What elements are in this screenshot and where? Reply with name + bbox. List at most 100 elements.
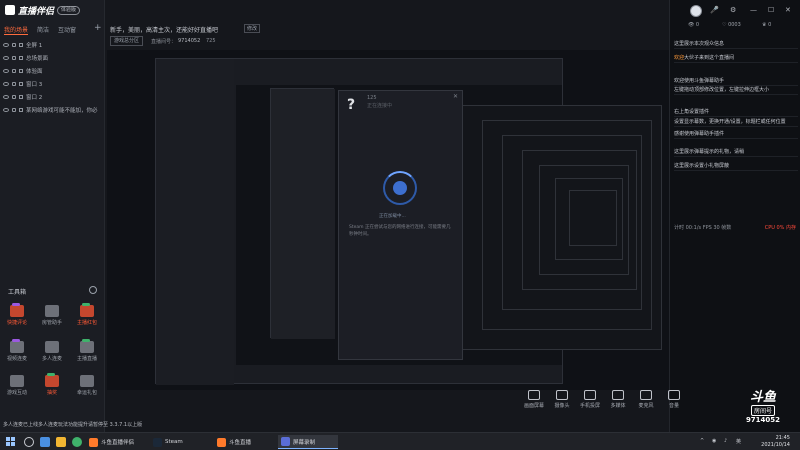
lock-icon[interactable] <box>12 108 16 112</box>
performance-stats: 计时 00:1/s FPS 30 帧数 CPU 0% 内存 <box>674 224 798 234</box>
status-message: 多人连麦已上线多人连麦玩法功能提升请暂停至 3.3.7.1以上版 <box>3 422 143 428</box>
tool-label: 视频连麦 <box>6 356 27 362</box>
loading-text: 正在加载中... <box>379 214 406 219</box>
tray-arrow-icon[interactable]: ^ <box>700 438 704 444</box>
scene-item[interactable]: 体验面 <box>3 66 43 76</box>
tool-quick-comment[interactable]: 快捷评论 <box>2 303 32 326</box>
follower-count: ♡ 0003 <box>722 22 741 28</box>
stream-info-bar: 新手，美丽，高清主次，还能好好直播吧 修改 游戏总分区 直播间号： 971405… <box>106 22 666 48</box>
tool-video-link[interactable]: 视频连麦 <box>2 339 32 362</box>
eye-icon[interactable] <box>3 108 9 112</box>
windows-start-icon[interactable] <box>6 437 15 446</box>
dialog-title: 125 <box>367 95 377 101</box>
scene-label: 总场景面 <box>26 56 49 62</box>
scene-item[interactable]: 总场景面 <box>3 53 48 63</box>
checkbox-icon[interactable] <box>19 82 23 86</box>
lock-icon[interactable] <box>12 43 16 47</box>
mic-icon[interactable]: 🎤 <box>710 6 719 14</box>
lock-icon[interactable] <box>12 95 16 99</box>
heat-count: 725 <box>206 38 216 44</box>
mic-icon <box>640 390 652 400</box>
scene-label: 全屏 1 <box>26 43 43 49</box>
scene-label: 体验面 <box>26 69 43 75</box>
loading-spinner-icon <box>383 171 417 205</box>
scene-item[interactable]: 全屏 1 <box>3 40 42 50</box>
steam-icon <box>153 437 162 447</box>
eye-icon[interactable] <box>3 95 9 99</box>
toolbox-title: 工具箱 <box>8 289 27 296</box>
room-number: 9714052 <box>745 416 781 424</box>
scene-item[interactable]: 窗口 2 <box>3 92 42 102</box>
browser-icon[interactable] <box>72 437 82 447</box>
close-icon[interactable]: ✕ <box>785 6 791 14</box>
live-icon <box>80 339 94 353</box>
edit-title-button[interactable]: 修改 <box>244 24 261 33</box>
gear-icon[interactable]: ⚙ <box>730 6 736 14</box>
eye-icon[interactable] <box>3 56 9 60</box>
tool-anchor-live[interactable]: 主播直播 <box>72 339 102 362</box>
video-link-icon <box>10 339 24 353</box>
tool-game-interact[interactable]: 游戏互动 <box>2 375 32 396</box>
steam-connect-dialog[interactable]: ? 125 正在连接中 ✕ 正在加载中... Steam 正在尝试与您的网络进行… <box>338 90 463 360</box>
checkbox-icon[interactable] <box>19 56 23 60</box>
tab-interactive[interactable]: 互动窗 <box>58 25 76 35</box>
refresh-icon[interactable] <box>89 286 97 294</box>
scene-item[interactable]: 某网络游戏可能不能加，你必 <box>3 105 98 115</box>
nested-app-frame <box>270 88 335 339</box>
file-explorer-icon[interactable] <box>56 437 66 447</box>
game-icon <box>10 375 24 387</box>
tool-room-admin[interactable]: 房管助手 <box>37 305 67 326</box>
lock-icon[interactable] <box>12 56 16 60</box>
close-icon[interactable]: ✕ <box>453 93 458 100</box>
lock-icon[interactable] <box>12 69 16 73</box>
room-label: 房间号 <box>750 405 775 416</box>
tool-label: 主播直播 <box>76 356 97 362</box>
maximize-icon[interactable]: ☐ <box>768 6 774 14</box>
clock-date: 2021/10/14 <box>761 442 790 448</box>
tool-lottery[interactable]: 抽奖 <box>37 373 67 396</box>
system-clock[interactable]: 21:45 2021/10/14 <box>758 435 790 449</box>
volume-button[interactable]: 音量 <box>654 390 694 409</box>
scene-item[interactable]: 窗口 3 <box>3 79 42 89</box>
help-icon: ? <box>347 97 356 113</box>
speaker-icon[interactable]: ♪ <box>724 438 727 444</box>
live-preview[interactable]: ? 125 正在连接中 ✕ 正在加载中... Steam 正在尝试与您的网络进行… <box>107 50 669 390</box>
taskbar-item[interactable]: 斗鱼直播 <box>214 435 274 449</box>
tool-multi-link[interactable]: 多人连麦 <box>37 341 67 362</box>
task-view-icon[interactable] <box>40 437 50 447</box>
right-panel: 🎤 ⚙ — ☐ ✕ 👁 0 ♡ 0003 ♛ 0 这里展示本次观众信息 欢迎大伙… <box>669 0 800 432</box>
lock-icon[interactable] <box>12 82 16 86</box>
taskbar-item[interactable]: Steam <box>150 435 210 449</box>
network-icon[interactable]: ◉ <box>712 438 716 444</box>
recorder-icon <box>281 437 290 446</box>
chat-message: 这里展示设置小礼物屏蔽 <box>674 162 798 171</box>
chat-message: 感谢使用弹幕助手插件 <box>674 130 798 139</box>
tool-label: 主播红包 <box>76 320 97 326</box>
search-icon[interactable] <box>24 437 34 447</box>
checkbox-icon[interactable] <box>19 43 23 47</box>
taskbar-item[interactable]: 斗鱼直播伴侣 <box>86 435 146 449</box>
douyu-logo-text: 斗鱼 <box>749 390 776 405</box>
camera-icon <box>556 390 568 400</box>
version-badge: 体验版 <box>57 5 81 15</box>
eye-icon[interactable] <box>3 43 9 47</box>
checkbox-icon[interactable] <box>19 69 23 73</box>
tab-my-scenes[interactable]: 我的场景 <box>4 25 29 35</box>
ime-indicator[interactable]: 英 <box>736 438 741 445</box>
eye-icon[interactable] <box>3 69 9 73</box>
category-button[interactable]: 游戏总分区 <box>110 36 144 46</box>
minimize-icon[interactable]: — <box>750 6 757 14</box>
noble-count: ♛ 0 <box>762 22 772 28</box>
checkbox-icon[interactable] <box>19 95 23 99</box>
eye-icon[interactable] <box>3 82 9 86</box>
stream-title: 新手，美丽，高清主次，还能好好直播吧 <box>110 27 219 34</box>
shield-icon <box>45 305 59 317</box>
scene-label: 窗口 2 <box>26 95 43 101</box>
checkbox-icon[interactable] <box>19 108 23 112</box>
tool-lucky-pack[interactable]: 幸运礼包 <box>72 375 102 396</box>
taskbar-item-active[interactable]: 屏幕录制 <box>278 435 338 449</box>
tab-simple[interactable]: 简洁 <box>37 25 49 35</box>
tool-red-packet[interactable]: 主播红包 <box>72 303 102 326</box>
avatar[interactable] <box>690 5 702 17</box>
add-scene-button[interactable]: + <box>94 23 102 33</box>
